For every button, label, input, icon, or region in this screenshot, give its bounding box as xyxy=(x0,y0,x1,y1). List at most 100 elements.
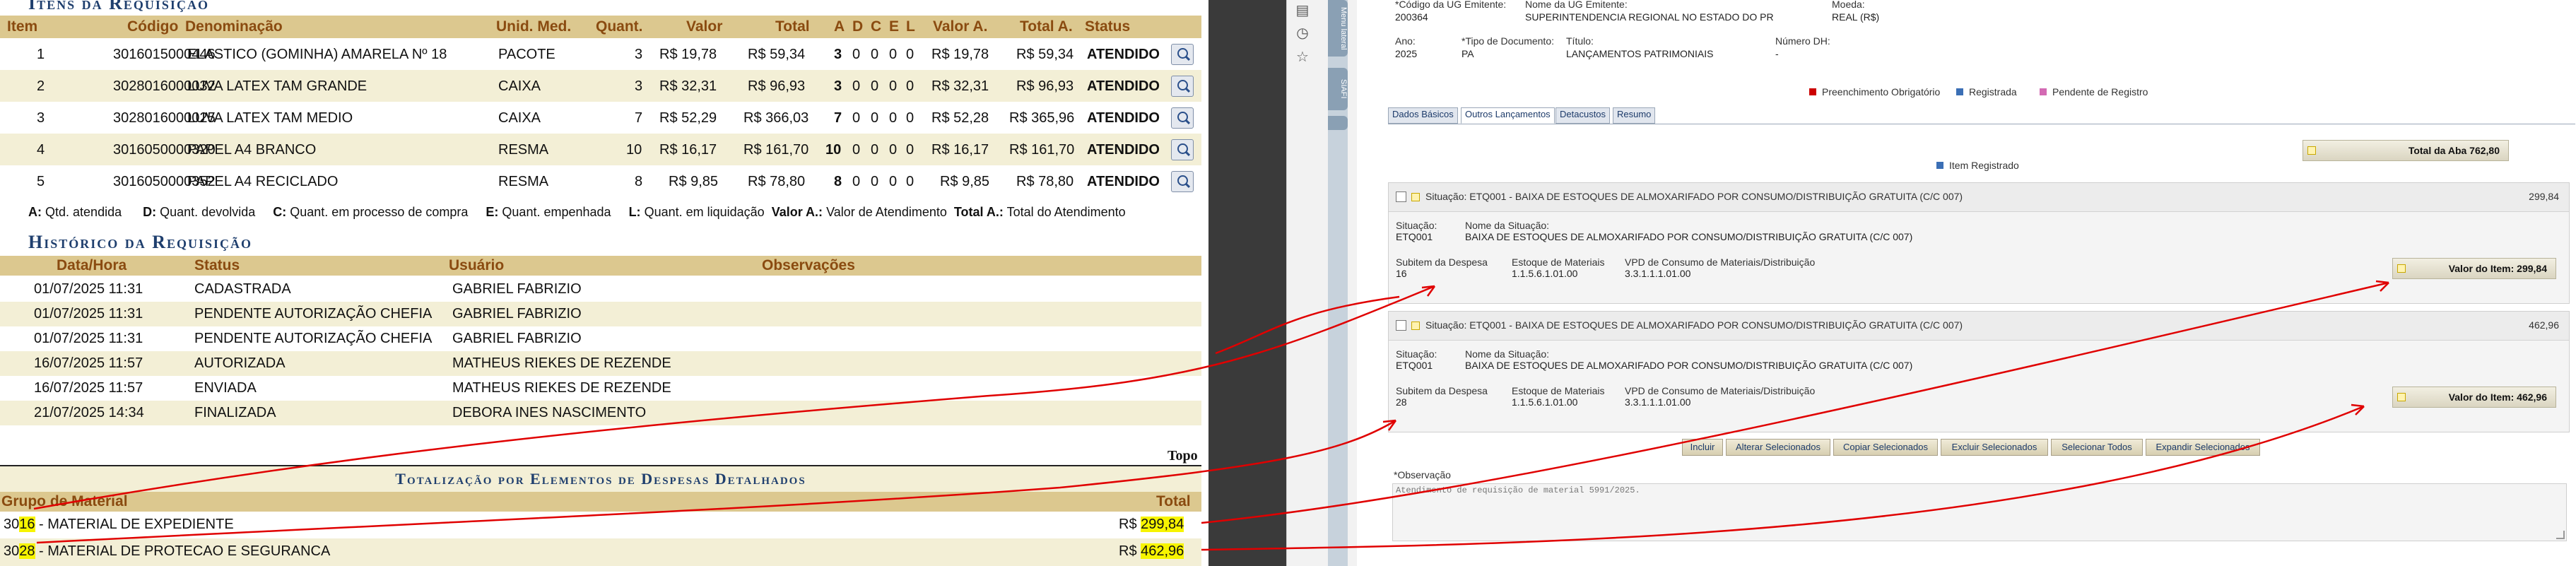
titulo-label: Título: xyxy=(1566,35,1594,47)
legend-key: D: xyxy=(143,205,157,219)
magnifier-icon[interactable] xyxy=(1171,44,1194,65)
col-l: L xyxy=(906,18,915,35)
cell-l: 0 xyxy=(906,47,914,62)
tab-detacustos[interactable]: Detacustos xyxy=(1555,107,1611,124)
topo-link[interactable]: Topo xyxy=(1168,448,1198,464)
cell-d: 0 xyxy=(852,47,861,62)
resize-handle-icon[interactable] xyxy=(2556,531,2565,539)
document-icon[interactable]: ▤ xyxy=(1294,1,1311,18)
cell-status: AUTORIZADA xyxy=(194,355,286,371)
col-status: Status xyxy=(1085,18,1131,35)
situacao-label: Situação: xyxy=(1396,348,1437,360)
cell-valor-a: R$ 32,31 xyxy=(931,78,989,94)
magnifier-icon[interactable] xyxy=(1171,76,1194,97)
observacao-label-text: *Observação xyxy=(1394,469,1451,480)
table-row: 16/07/2025 11:57 ENVIADA MATHEUS RIEKES … xyxy=(0,376,1201,401)
cell-total: R$ 366,03 xyxy=(743,110,809,126)
subitem-value: 28 xyxy=(1396,396,1407,408)
sidebar-tab-menu[interactable]: Menu lateral xyxy=(1328,0,1348,57)
situation-checkbox[interactable] xyxy=(1396,191,1406,202)
cell-l: 0 xyxy=(906,174,914,189)
ano-value: 2025 xyxy=(1395,48,1418,59)
valor-item-text: Valor do Item: 462,96 xyxy=(2448,391,2547,403)
col-total-a: Total A. xyxy=(1020,18,1073,35)
magnifier-icon[interactable] xyxy=(1171,107,1194,129)
status-dot-icon xyxy=(1411,322,1420,330)
expandir-selecionados-button[interactable]: Expandir Selecionados xyxy=(2146,439,2260,456)
legend-registered: Registrada xyxy=(1969,86,2017,98)
col-observacoes: Observações xyxy=(762,257,855,273)
cell-quant: 7 xyxy=(635,110,643,126)
numero-dh-label: Número DH: xyxy=(1775,35,1830,47)
nome-ug-value: SUPERINTENDENCIA REGIONAL NO ESTADO DO P… xyxy=(1525,11,1774,23)
cell-status: ATENDIDO xyxy=(1087,78,1160,94)
status-dot-icon xyxy=(2397,264,2406,273)
legend-text: Quant. empenhada xyxy=(502,205,611,219)
observacao-textarea[interactable]: Atendimento de requisição de material 59… xyxy=(1392,483,2567,541)
col-usuario: Usuário xyxy=(449,257,505,273)
cell-a: 10 xyxy=(825,142,842,158)
star-icon[interactable]: ☆ xyxy=(1294,48,1311,65)
col-d: D xyxy=(852,18,864,35)
selecionar-todos-button[interactable]: Selecionar Todos xyxy=(2051,439,2143,456)
alterar-selecionados-button[interactable]: Alterar Selecionados xyxy=(1726,439,1830,456)
tab-resumo[interactable]: Resumo xyxy=(1613,107,1656,124)
legend-text: Valor de Atendimento xyxy=(826,205,947,219)
total-aba-box: Total da Aba 762,80 xyxy=(2302,140,2509,161)
copiar-selecionados-button[interactable]: Copiar Selecionados xyxy=(1833,439,1938,456)
subitem-value: 16 xyxy=(1396,268,1407,279)
totals-table-header: Grupo de Material Total xyxy=(0,492,1201,512)
cell-status: ATENDIDO xyxy=(1087,110,1160,126)
subitem-label: Subitem da Despesa xyxy=(1396,385,1488,396)
nome-situacao-label: Nome da Situação: xyxy=(1465,220,1550,231)
cell-total: R$ 59,34 xyxy=(748,47,806,62)
cell-grupo: 3028 - MATERIAL DE PROTECAO E SEGURANCA xyxy=(4,543,330,560)
legend-key: C: xyxy=(273,205,287,219)
estoque-value: 1.1.5.6.1.01.00 xyxy=(1512,396,1578,408)
vpd-label: VPD de Consumo de Materiais/Distribuição xyxy=(1625,257,1816,268)
cell-data: 21/07/2025 14:34 xyxy=(34,405,144,420)
cell-status: ATENDIDO xyxy=(1087,142,1160,158)
cell-unid: CAIXA xyxy=(498,78,541,94)
nome-ug-label: Nome da UG Emitente: xyxy=(1525,0,1628,10)
cell-e: 0 xyxy=(889,78,898,94)
magnifier-icon[interactable] xyxy=(1171,171,1194,192)
situation-header-text: Situação: ETQ001 - BAIXA DE ESTOQUES DE … xyxy=(1425,319,1963,331)
pending-marker-icon xyxy=(2040,88,2047,95)
status-dot-icon xyxy=(2307,146,2316,155)
history-icon[interactable]: ◷ xyxy=(1294,24,1311,41)
sidebar-tab-extra[interactable] xyxy=(1328,116,1348,130)
codigo-ug-value: 200364 xyxy=(1395,11,1428,23)
legend-text: Qtd. atendida xyxy=(45,205,122,219)
table-row: 01/07/2025 11:31 PENDENTE AUTORIZAÇÃO CH… xyxy=(0,326,1201,351)
col-denominacao: Denominação xyxy=(185,18,283,35)
siafi-form: *Código da UG Emitente: 200364 Nome da U… xyxy=(1357,0,2576,566)
tab-outros-lancamentos[interactable]: Outros Lançamentos xyxy=(1461,107,1555,124)
col-grupo: Grupo de Material xyxy=(1,493,128,509)
sidebar-tab-siafi[interactable]: SIAFI xyxy=(1328,68,1348,110)
incluir-button[interactable]: Incluir xyxy=(1682,439,1723,456)
cell-data: 16/07/2025 11:57 xyxy=(34,355,143,371)
cell-grupo: 3016 - MATERIAL DE EXPEDIENTE xyxy=(4,517,234,533)
code-highlight: 16 xyxy=(19,517,35,532)
cell-item: 5 xyxy=(37,174,45,189)
currency: R$ xyxy=(1119,543,1141,559)
legend-key: A: xyxy=(28,205,42,219)
cell-usuario: MATHEUS RIEKES DE REZENDE xyxy=(452,380,671,396)
cell-quant: 8 xyxy=(635,174,643,189)
cell-c: 0 xyxy=(871,47,879,62)
magnifier-icon[interactable] xyxy=(1171,139,1194,160)
cell-total: R$ 161,70 xyxy=(743,142,809,158)
table-row: 3028 - MATERIAL DE PROTECAO E SEGURANCA … xyxy=(0,538,1201,566)
estoque-label: Estoque de Materiais xyxy=(1512,385,1605,396)
cell-c: 0 xyxy=(871,142,879,158)
situation-header-text: Situação: ETQ001 - BAIXA DE ESTOQUES DE … xyxy=(1425,191,1963,202)
tab-dados-basicos[interactable]: Dados Básicos xyxy=(1388,107,1458,124)
situation-header: Situação: ETQ001 - BAIXA DE ESTOQUES DE … xyxy=(1389,183,2569,212)
legend-text: Total do Atendimento xyxy=(1006,205,1126,219)
cell-a: 7 xyxy=(834,110,842,126)
cell-data: 01/07/2025 11:31 xyxy=(34,331,143,346)
situation-checkbox[interactable] xyxy=(1396,320,1406,331)
excluir-selecionados-button[interactable]: Excluir Selecionados xyxy=(1941,439,2048,456)
moeda-value: REAL (R$) xyxy=(1832,11,1880,23)
